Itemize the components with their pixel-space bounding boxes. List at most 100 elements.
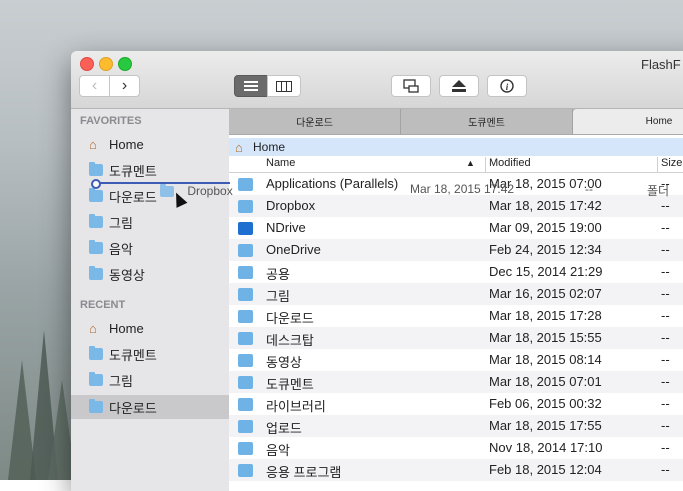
- file-name: 업로드: [266, 421, 302, 436]
- window-title: FlashF: [641, 57, 681, 72]
- table-row[interactable]: 음악 Nov 18, 2014 17:10 --: [229, 437, 683, 459]
- drag-ghost-kind: 폴더: [647, 184, 670, 198]
- file-size: --: [661, 418, 670, 433]
- back-button[interactable]: ‹: [79, 75, 110, 97]
- folder-icon: [238, 332, 253, 345]
- recent-item-downloads[interactable]: 다운로드: [71, 395, 229, 419]
- table-row[interactable]: 공용 Dec 15, 2014 21:29 --: [229, 261, 683, 283]
- file-name: Dropbox: [266, 198, 316, 213]
- folder-icon: [238, 288, 253, 301]
- sidebar-item-label: 도큐멘트: [109, 347, 157, 363]
- folder-icon: [238, 266, 253, 279]
- table-row[interactable]: 업로드 Mar 18, 2015 17:55 --: [229, 415, 683, 437]
- svg-text:i: i: [506, 82, 509, 92]
- recent-item-home[interactable]: ⌂ Home: [89, 317, 144, 339]
- movies-folder-icon: [89, 266, 103, 280]
- file-name: 공용: [266, 267, 290, 282]
- folder-icon: [238, 178, 253, 191]
- recent-item-pictures[interactable]: 그림: [89, 369, 133, 391]
- sidebar-item-label: Home: [109, 136, 144, 152]
- file-size: --: [661, 242, 670, 257]
- table-row[interactable]: OneDrive Feb 24, 2015 12:34 --: [229, 239, 683, 261]
- file-size: --: [661, 396, 670, 411]
- file-size: --: [661, 198, 670, 213]
- table-row[interactable]: NDrive Mar 09, 2015 19:00 --: [229, 217, 683, 239]
- close-button[interactable]: [80, 57, 94, 71]
- file-name: 도큐멘트: [266, 377, 314, 392]
- table-row[interactable]: Dropbox Mar 18, 2015 17:42 --: [229, 195, 683, 217]
- drag-ghost-size: --: [585, 182, 593, 196]
- sidebar-item-home[interactable]: ⌂ Home: [89, 133, 144, 155]
- column-divider: [485, 157, 486, 173]
- network-drive-icon: [403, 79, 419, 93]
- eject-button[interactable]: [439, 75, 479, 97]
- file-size: --: [661, 462, 670, 477]
- chevron-left-icon: ‹: [91, 77, 98, 94]
- column-view-icon: [276, 80, 292, 92]
- folder-icon: [238, 244, 253, 257]
- file-name: 동영상: [266, 355, 302, 370]
- table-row[interactable]: 그림 Mar 16, 2015 02:07 --: [229, 283, 683, 305]
- sidebar-item-label: 동영상: [109, 267, 145, 283]
- file-modified: Mar 18, 2015 17:28: [489, 308, 602, 323]
- list-view-button[interactable]: [234, 75, 268, 97]
- table-row[interactable]: 데스크탑 Mar 18, 2015 15:55 --: [229, 327, 683, 349]
- file-modified: Dec 15, 2014 21:29: [489, 264, 603, 279]
- column-header: Name ▲ Modified Size: [229, 156, 683, 173]
- column-name[interactable]: Name: [266, 157, 295, 169]
- eject-icon: [452, 80, 466, 92]
- table-row[interactable]: 라이브러리 Feb 06, 2015 00:32 --: [229, 393, 683, 415]
- column-modified[interactable]: Modified: [489, 157, 531, 169]
- documents-folder-icon: [89, 162, 103, 176]
- forward-button[interactable]: ›: [109, 75, 140, 97]
- file-size: --: [661, 308, 670, 323]
- favorites-heading: FAVORITES: [80, 115, 142, 127]
- table-row[interactable]: 다운로드 Mar 18, 2015 17:28 --: [229, 305, 683, 327]
- sidebar-item-label: Home: [109, 320, 144, 336]
- info-icon: i: [500, 79, 514, 93]
- table-row[interactable]: 도큐멘트 Mar 18, 2015 07:01 --: [229, 371, 683, 393]
- sidebar-item-label: 도큐멘트: [109, 163, 157, 179]
- table-row[interactable]: 응용 프로그램 Feb 18, 2015 12:04 --: [229, 459, 683, 481]
- recent-item-documents[interactable]: 도큐멘트: [89, 343, 157, 365]
- file-modified: Mar 18, 2015 08:14: [489, 352, 602, 367]
- sidebar-item-label: 음악: [109, 241, 133, 257]
- downloads-folder-icon: [89, 188, 103, 202]
- folder-icon: [238, 222, 253, 235]
- column-size[interactable]: Size: [661, 157, 682, 169]
- sidebar-item-downloads[interactable]: 다운로드: [89, 185, 157, 207]
- file-name: Applications (Parallels): [266, 176, 399, 191]
- sidebar-item-label: 다운로드: [109, 400, 157, 416]
- folder-icon: [238, 354, 253, 367]
- table-row[interactable]: 동영상 Mar 18, 2015 08:14 --: [229, 349, 683, 371]
- file-modified: Feb 24, 2015 12:34: [489, 242, 602, 257]
- folder-icon: [238, 310, 253, 323]
- tab-documents[interactable]: 도큐멘트: [401, 109, 573, 134]
- folder-icon: [238, 464, 253, 477]
- file-modified: Mar 16, 2015 02:07: [489, 286, 602, 301]
- info-button[interactable]: i: [487, 75, 527, 97]
- folder-icon: [238, 200, 253, 213]
- file-modified: Mar 09, 2015 19:00: [489, 220, 602, 235]
- zoom-button[interactable]: [118, 57, 132, 71]
- chevron-right-icon: ›: [121, 77, 128, 94]
- file-modified: Nov 18, 2014 17:10: [489, 440, 603, 455]
- file-browser: 다운로드 도큐멘트 Home ⌂ Home Name ▲ Modified Si…: [229, 109, 683, 491]
- sidebar-item-documents[interactable]: 도큐멘트: [89, 159, 157, 181]
- file-name: 음악: [266, 443, 290, 458]
- sort-ascending-icon: ▲: [466, 158, 475, 168]
- sidebar-item-music[interactable]: 음악: [89, 237, 133, 259]
- sidebar-item-movies[interactable]: 동영상: [89, 263, 145, 285]
- recent-heading: RECENT: [80, 299, 126, 311]
- minimize-button[interactable]: [99, 57, 113, 71]
- tab-home[interactable]: Home: [573, 109, 683, 134]
- sidebar-item-label: 그림: [109, 215, 133, 231]
- tab-bar: 다운로드 도큐멘트 Home: [229, 109, 683, 135]
- sidebar-item-pictures[interactable]: 그림: [89, 211, 133, 233]
- home-icon: ⌂: [89, 136, 97, 152]
- file-name: 데스크탑: [266, 333, 314, 348]
- drop-indicator-dot: [91, 179, 101, 189]
- tab-downloads[interactable]: 다운로드: [229, 109, 401, 134]
- column-view-button[interactable]: [267, 75, 301, 97]
- network-button[interactable]: [391, 75, 431, 97]
